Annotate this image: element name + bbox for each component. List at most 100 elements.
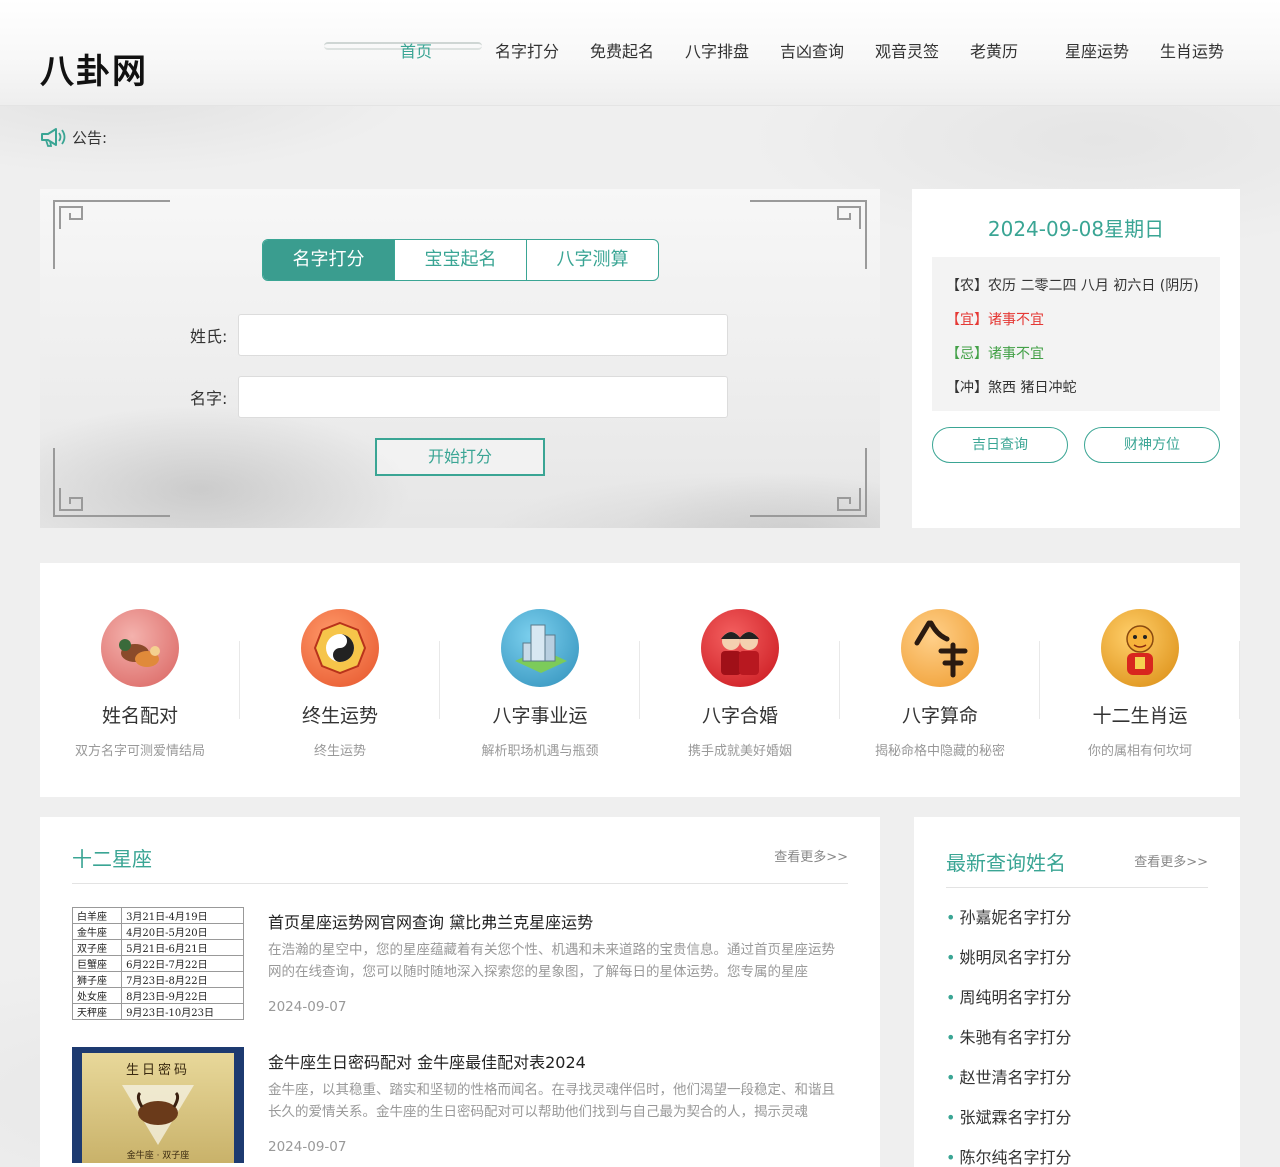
zodiac-table-row: 白羊座 3月21日-4月19日 <box>72 907 244 924</box>
tab-name-score[interactable]: 名字打分 <box>263 240 395 280</box>
name-link[interactable]: 陈尔纯名字打分 <box>959 1148 1071 1167</box>
given-name-input[interactable] <box>238 376 728 418</box>
book-cover: 生日密码 金牛座 · 双子座 <box>82 1053 234 1163</box>
zodiac-sign-cell: 天秤座 <box>72 1003 123 1020</box>
tab-bazi-reading[interactable]: 八字测算 <box>527 240 658 280</box>
search-tabs: 名字打分 宝宝起名 八字测算 <box>262 239 659 281</box>
article-title[interactable]: 金牛座生日密码配对 金牛座最佳配对表2024 <box>268 1049 586 1073</box>
zodiac-date-range-cell: 3月21日-4月19日 <box>121 907 244 924</box>
article-summary: 金牛座，以其稳重、踏实和坚韧的性格而闻名。在寻找灵魂伴侣时，他们渴望一段稳定、和… <box>268 1082 835 1120</box>
mandarin-duck-icon <box>101 609 179 687</box>
corner-ornament-top-left <box>53 200 170 269</box>
nav-free-naming[interactable]: 免费起名 <box>590 38 654 62</box>
almanac-box: 【农】农历 二零二四 八月 初六日 (阴历) 【宜】诸事不宜 【忌】诸事不宜 【… <box>932 257 1220 411</box>
list-item[interactable]: • 张斌霖名字打分 <box>946 1105 1071 1145</box>
article-date: 2024-09-07 <box>268 1139 347 1155</box>
lucky-day-button[interactable]: 吉日查询 <box>932 427 1068 463</box>
latest-more-link[interactable]: 查看更多>> <box>1134 851 1208 870</box>
tab-baby-naming[interactable]: 宝宝起名 <box>395 240 527 280</box>
avoid-text: 诸事不宜 <box>988 346 1044 362</box>
name-link[interactable]: 张斌霖名字打分 <box>959 1108 1071 1127</box>
name-link[interactable]: 孙嘉妮名字打分 <box>959 908 1071 927</box>
wealth-direction-button[interactable]: 财神方位 <box>1084 427 1220 463</box>
feature-desc: 解析职场机遇与瓶颈 <box>481 744 599 759</box>
book-title: 生日密码 <box>125 1063 190 1078</box>
bullet-icon: • <box>946 1068 956 1087</box>
list-item[interactable]: • 周纯明名字打分 <box>946 985 1071 1025</box>
today-date: 2024-09-08星期日 <box>987 217 1165 241</box>
feature-marriage[interactable]: 八字合婚 携手成就美好婚姻 <box>640 609 840 759</box>
name-link[interactable]: 赵世清名字打分 <box>959 1068 1071 1087</box>
zodiac-date-table-thumbnail: 白羊座 3月21日-4月19日 金牛座 4月20日-5月20日 双子座 5月21日-6月2… <box>72 907 244 1023</box>
suitable-text: 诸事不宜 <box>988 312 1044 328</box>
list-item[interactable]: • 赵世清名字打分 <box>946 1065 1071 1105</box>
surname-label: 姓氏: <box>190 327 228 346</box>
wedding-couple-icon <box>701 609 779 687</box>
zodiac-date-range-cell: 5月21日-6月21日 <box>121 939 244 956</box>
feature-desc: 你的属相有何坎坷 <box>1087 744 1192 759</box>
list-item[interactable]: • 孙嘉妮名字打分 <box>946 905 1071 945</box>
nav-home[interactable]: 首页 <box>400 38 432 62</box>
zodiac-more-link[interactable]: 查看更多>> <box>774 846 848 865</box>
feature-name-match[interactable]: 姓名配对 双方名字可测爱情结局 <box>40 609 240 759</box>
feature-title: 姓名配对 <box>101 705 178 727</box>
suitable-row: 【宜】诸事不宜 <box>946 303 1206 337</box>
nav-horoscope[interactable]: 星座运势 <box>1065 38 1129 62</box>
notice-bar: 公告: <box>40 126 107 148</box>
name-score-panel: 名字打分 宝宝起名 八字测算 姓氏: 名字: 开始打分 <box>40 189 880 528</box>
bullet-icon: • <box>946 1108 956 1127</box>
feature-desc: 双方名字可测爱情结局 <box>74 744 205 759</box>
nav-name-score[interactable]: 名字打分 <box>495 38 559 62</box>
nav-guanyin-lots[interactable]: 观音灵签 <box>875 38 939 62</box>
zodiac-section-title: 十二星座 <box>72 847 152 871</box>
nav-almanac[interactable]: 老黄历 <box>970 38 1018 62</box>
article-summary: 在浩瀚的星空中，您的星座蕴藏着有关您个性、机遇和未来道路的宝贵信息。通过首页星座… <box>268 942 835 980</box>
feature-divider <box>1239 641 1240 719</box>
site-header: 八卦网 首页 名字打分 免费起名 八字排盘 吉凶查询 观音灵签 老黄历 星座运势… <box>0 0 1280 106</box>
latest-names-list: • 孙嘉妮名字打分 • 姚明凤名字打分 • 周纯明名字打分 • 朱驰有名字打分 • 赵世清… <box>946 905 1071 1167</box>
avoid-tag: 【忌】 <box>946 346 988 362</box>
name-link[interactable]: 姚明凤名字打分 <box>959 948 1071 967</box>
zodiac-table-row: 处女座 8月23日-9月22日 <box>72 987 244 1004</box>
article-item[interactable]: 白羊座 3月21日-4月19日 金牛座 4月20日-5月20日 双子座 5月21日-6月2… <box>72 907 848 1025</box>
bullet-icon: • <box>946 988 956 1007</box>
latest-names-section: 最新查询姓名 查看更多>> • 孙嘉妮名字打分 • 姚明凤名字打分 • 周纯明名字打分… <box>914 817 1240 1167</box>
article-item[interactable]: 生日密码 金牛座 · 双子座 金牛座生日密码配对 金牛座最佳配对表2024 金牛… <box>72 1047 848 1165</box>
clash-row: 【冲】煞西 猪日冲蛇 <box>946 371 1206 405</box>
list-item[interactable]: • 陈尔纯名字打分 <box>946 1145 1071 1167</box>
list-item[interactable]: • 姚明凤名字打分 <box>946 945 1071 985</box>
feature-title: 终生运势 <box>301 705 378 727</box>
name-link[interactable]: 朱驰有名字打分 <box>959 1028 1071 1047</box>
yin-yang-icon <box>301 609 379 687</box>
lunar-tag: 【农】 <box>946 278 988 294</box>
feature-desc: 揭秘命格中隐藏的秘密 <box>874 744 1005 759</box>
surname-input[interactable] <box>238 314 728 356</box>
feature-bazi-fortune[interactable]: 八字算命 揭秘命格中隐藏的秘密 <box>840 609 1040 759</box>
feature-grid: 姓名配对 双方名字可测爱情结局 终生运势 终生运势 八字事业运 解析职场机遇与瓶… <box>40 563 1240 797</box>
zodiac-sign-cell: 双子座 <box>72 939 123 956</box>
nav-zodiac-animal[interactable]: 生肖运势 <box>1160 38 1224 62</box>
tiger-icon <box>1101 609 1179 687</box>
birthday-code-book-thumbnail: 生日密码 金牛座 · 双子座 <box>72 1047 244 1163</box>
feature-lifetime-fortune[interactable]: 终生运势 终生运势 <box>240 609 440 759</box>
name-link[interactable]: 周纯明名字打分 <box>959 988 1071 1007</box>
feature-career[interactable]: 八字事业运 解析职场机遇与瓶颈 <box>440 609 640 759</box>
article-title[interactable]: 首页星座运势网官网查询 黛比弗兰克星座运势 <box>268 909 593 933</box>
zodiac-sign-cell: 白羊座 <box>72 907 123 924</box>
zodiac-sign-cell: 巨蟹座 <box>72 955 123 972</box>
feature-zodiac-animal[interactable]: 十二生肖运 你的属相有何坎坷 <box>1040 609 1240 759</box>
nav-bazi-chart[interactable]: 八字排盘 <box>685 38 749 62</box>
start-score-button[interactable]: 开始打分 <box>375 438 545 476</box>
zodiac-table-row: 双子座 5月21日-6月21日 <box>72 939 244 956</box>
bull-illustration-icon <box>122 1085 194 1145</box>
zodiac-table-row: 金牛座 4月20日-5月20日 <box>72 923 244 940</box>
building-icon <box>501 609 579 687</box>
latest-divider <box>946 887 1208 888</box>
latest-names-title: 最新查询姓名 <box>946 851 1066 875</box>
list-item[interactable]: • 朱驰有名字打分 <box>946 1025 1071 1065</box>
nav-fortune-query[interactable]: 吉凶查询 <box>780 38 844 62</box>
feature-desc: 携手成就美好婚姻 <box>687 744 792 759</box>
zodiac-sign-cell: 狮子座 <box>72 971 123 988</box>
bullet-icon: • <box>946 908 956 927</box>
almanac-panel: 2024-09-08星期日 【农】农历 二零二四 八月 初六日 (阴历) 【宜】… <box>912 189 1240 528</box>
